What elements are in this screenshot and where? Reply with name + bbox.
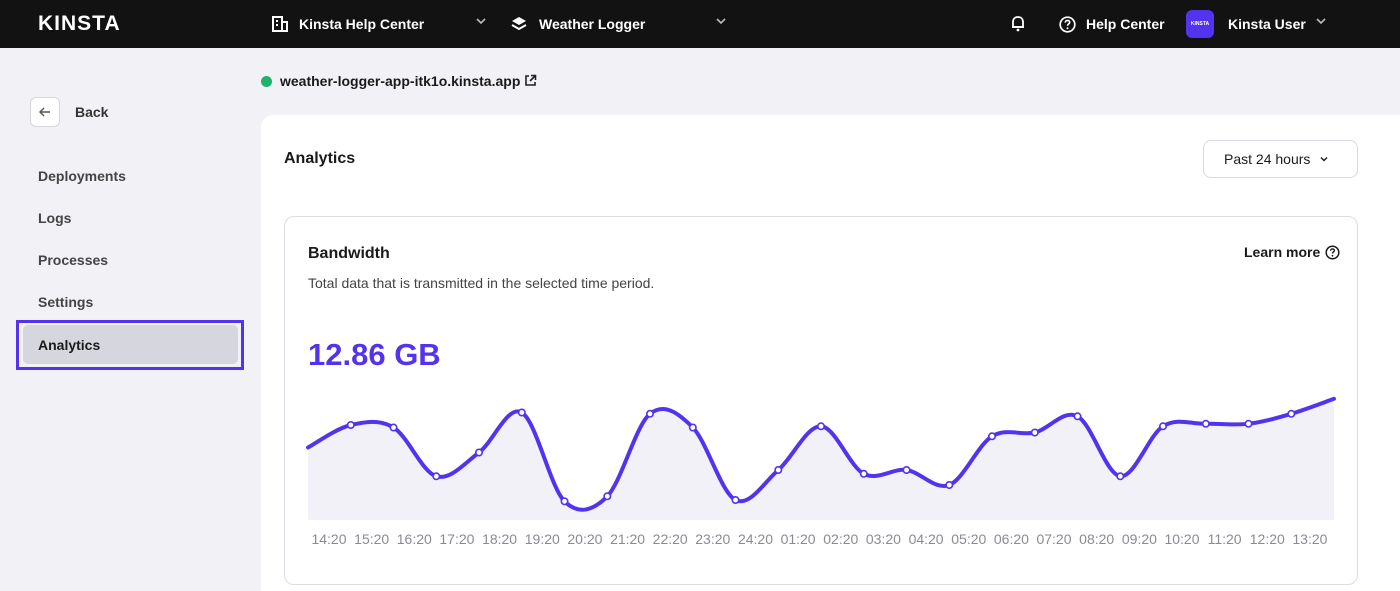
learn-more-link[interactable]: Learn more — [1244, 244, 1340, 260]
chart-point[interactable] — [603, 492, 612, 501]
x-tick-label: 13:20 — [1292, 531, 1327, 547]
chart-point[interactable] — [645, 409, 654, 418]
top-bar: KINSTA Kinsta Help Center Weather Logger… — [0, 0, 1400, 48]
x-tick-label: 02:20 — [823, 531, 858, 547]
x-tick-label: 22:20 — [653, 531, 688, 547]
x-tick-label: 01:20 — [781, 531, 816, 547]
app-switcher[interactable]: Weather Logger — [511, 0, 645, 48]
avatar-text: KINSTA — [1190, 21, 1210, 27]
kinsta-logo[interactable]: KINSTA — [38, 12, 121, 36]
x-tick-label: 19:20 — [525, 531, 560, 547]
chart-point[interactable] — [560, 497, 569, 506]
x-tick-label: 14:20 — [311, 531, 346, 547]
chart-point[interactable] — [774, 466, 783, 475]
chevron-down-icon[interactable] — [714, 14, 728, 28]
chevron-down-icon[interactable] — [1314, 14, 1328, 28]
chart-point[interactable] — [475, 448, 484, 457]
chart-point[interactable] — [1116, 472, 1125, 481]
x-tick-label: 23:20 — [695, 531, 730, 547]
bandwidth-chart: 14:20 15:20 16:20 17:20 18:20 19:20 20:20 21:20… — [306, 396, 1336, 547]
time-range-select[interactable]: Past 24 hours — [1203, 140, 1358, 178]
bandwidth-description: Total data that is transmitted in the se… — [308, 275, 655, 291]
sidebar-item-analytics[interactable]: Analytics — [38, 337, 100, 353]
chart-point[interactable] — [816, 422, 825, 431]
sidebar-item-settings[interactable]: Settings — [38, 294, 93, 310]
chart-point[interactable] — [859, 469, 868, 478]
user-name: Kinsta User — [1228, 16, 1306, 32]
learn-more-label: Learn more — [1244, 244, 1321, 260]
x-tick-label: 12:20 — [1250, 531, 1285, 547]
chart-point[interactable] — [902, 466, 911, 475]
chart-point[interactable] — [987, 432, 996, 441]
help-circle-icon — [1325, 244, 1340, 260]
chevron-down-icon[interactable] — [474, 14, 488, 28]
bell-icon[interactable] — [1010, 14, 1026, 32]
chart-point[interactable] — [688, 423, 697, 432]
arrow-left-icon — [39, 107, 50, 117]
x-tick-label: 21:20 — [610, 531, 645, 547]
x-tick-label: 03:20 — [866, 531, 901, 547]
x-tick-label: 16:20 — [397, 531, 432, 547]
layers-icon — [511, 17, 527, 31]
x-tick-label: 09:20 — [1122, 531, 1157, 547]
bandwidth-total: 12.86 GB — [308, 337, 441, 372]
x-tick-label: 10:20 — [1164, 531, 1199, 547]
back-label[interactable]: Back — [75, 104, 108, 120]
back-button[interactable] — [30, 97, 60, 127]
x-tick-label: 24:20 — [738, 531, 773, 547]
x-tick-label: 11:20 — [1208, 531, 1242, 547]
chart-point[interactable] — [731, 496, 740, 505]
building-icon — [272, 16, 288, 32]
chart-point[interactable] — [1158, 422, 1167, 431]
chart-point[interactable] — [1244, 419, 1253, 428]
chart-point[interactable] — [1030, 428, 1039, 437]
company-name: Kinsta Help Center — [299, 16, 425, 32]
external-link-icon[interactable] — [524, 74, 537, 87]
app-name: Weather Logger — [539, 16, 646, 32]
chart-point[interactable] — [1073, 412, 1082, 421]
chart-point[interactable] — [945, 481, 954, 490]
x-tick-label: 07:20 — [1036, 531, 1071, 547]
x-tick-label: 05:20 — [951, 531, 986, 547]
sidebar-item-logs[interactable]: Logs — [38, 210, 71, 226]
help-circle-icon — [1059, 15, 1076, 33]
x-tick-label: 04:20 — [909, 531, 944, 547]
company-switcher[interactable]: Kinsta Help Center — [271, 0, 424, 48]
x-tick-label: 18:20 — [482, 531, 517, 547]
page-title: Analytics — [284, 150, 356, 167]
x-tick-label: 17:20 — [439, 531, 474, 547]
help-center-link[interactable]: Help Center — [1059, 0, 1165, 48]
x-tick-label: 20:20 — [567, 531, 602, 547]
chevron-down-icon — [1320, 156, 1328, 162]
chart-point[interactable] — [517, 408, 526, 417]
help-center-label: Help Center — [1086, 16, 1165, 32]
status-ok-icon — [261, 76, 272, 87]
chart-area — [308, 398, 1334, 520]
sidebar-item-processes[interactable]: Processes — [38, 252, 108, 268]
app-url-link[interactable]: weather-logger-app-itk1o.kinsta.app — [280, 73, 520, 89]
user-menu[interactable]: KINSTA Kinsta User — [1186, 0, 1306, 48]
chart-point[interactable] — [346, 420, 355, 429]
sidebar-item-deployments[interactable]: Deployments — [38, 168, 126, 184]
chart-point[interactable] — [1201, 419, 1210, 428]
time-range-value: Past 24 hours — [1224, 151, 1311, 167]
x-tick-label: 08:20 — [1079, 531, 1114, 547]
chart-point[interactable] — [389, 423, 398, 432]
chart-point[interactable] — [432, 472, 441, 481]
chart-point[interactable] — [1287, 409, 1296, 418]
x-tick-label: 06:20 — [994, 531, 1029, 547]
bandwidth-title: Bandwidth — [308, 245, 390, 262]
avatar: KINSTA — [1186, 10, 1214, 38]
x-tick-label: 15:20 — [354, 531, 389, 547]
